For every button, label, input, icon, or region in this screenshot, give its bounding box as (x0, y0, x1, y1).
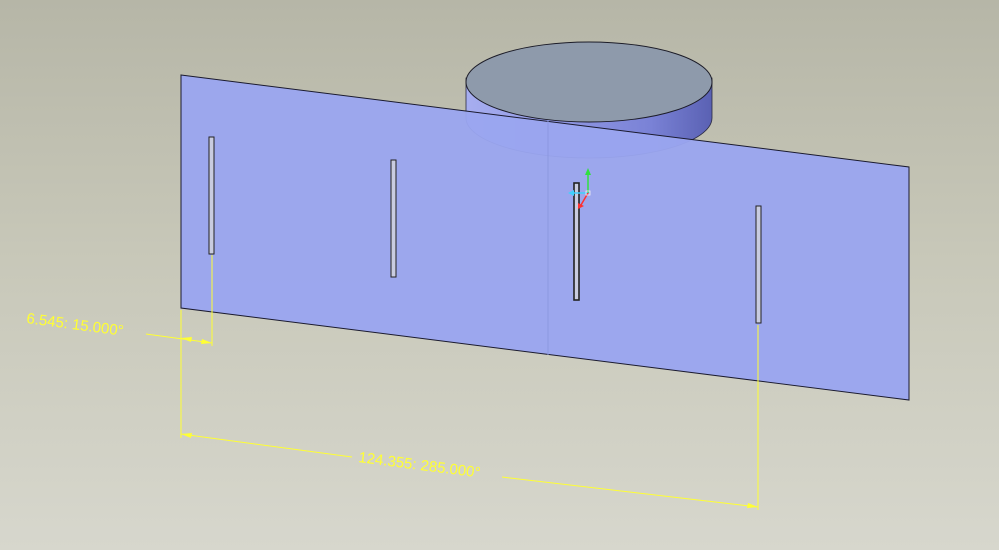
plate-surface[interactable] (180, 74, 910, 401)
dim-large-line-right (501, 476, 759, 508)
dim-large-label[interactable]: 124.355: 285.000° (357, 449, 481, 481)
slot-3[interactable] (573, 182, 580, 301)
cylinder-top-face[interactable] (465, 41, 713, 123)
slot-2[interactable] (390, 159, 397, 278)
3d-model-viewport[interactable]: 6.545: 15.000° 124.355: 285.000° (0, 0, 999, 550)
slot-4[interactable] (755, 205, 762, 324)
dim-large-line-left (180, 433, 353, 458)
dim-small-label[interactable]: 6.545: 15.000° (25, 310, 124, 340)
model-canvas[interactable]: 6.545: 15.000° 124.355: 285.000° (0, 0, 999, 550)
slot-1[interactable] (208, 136, 215, 255)
